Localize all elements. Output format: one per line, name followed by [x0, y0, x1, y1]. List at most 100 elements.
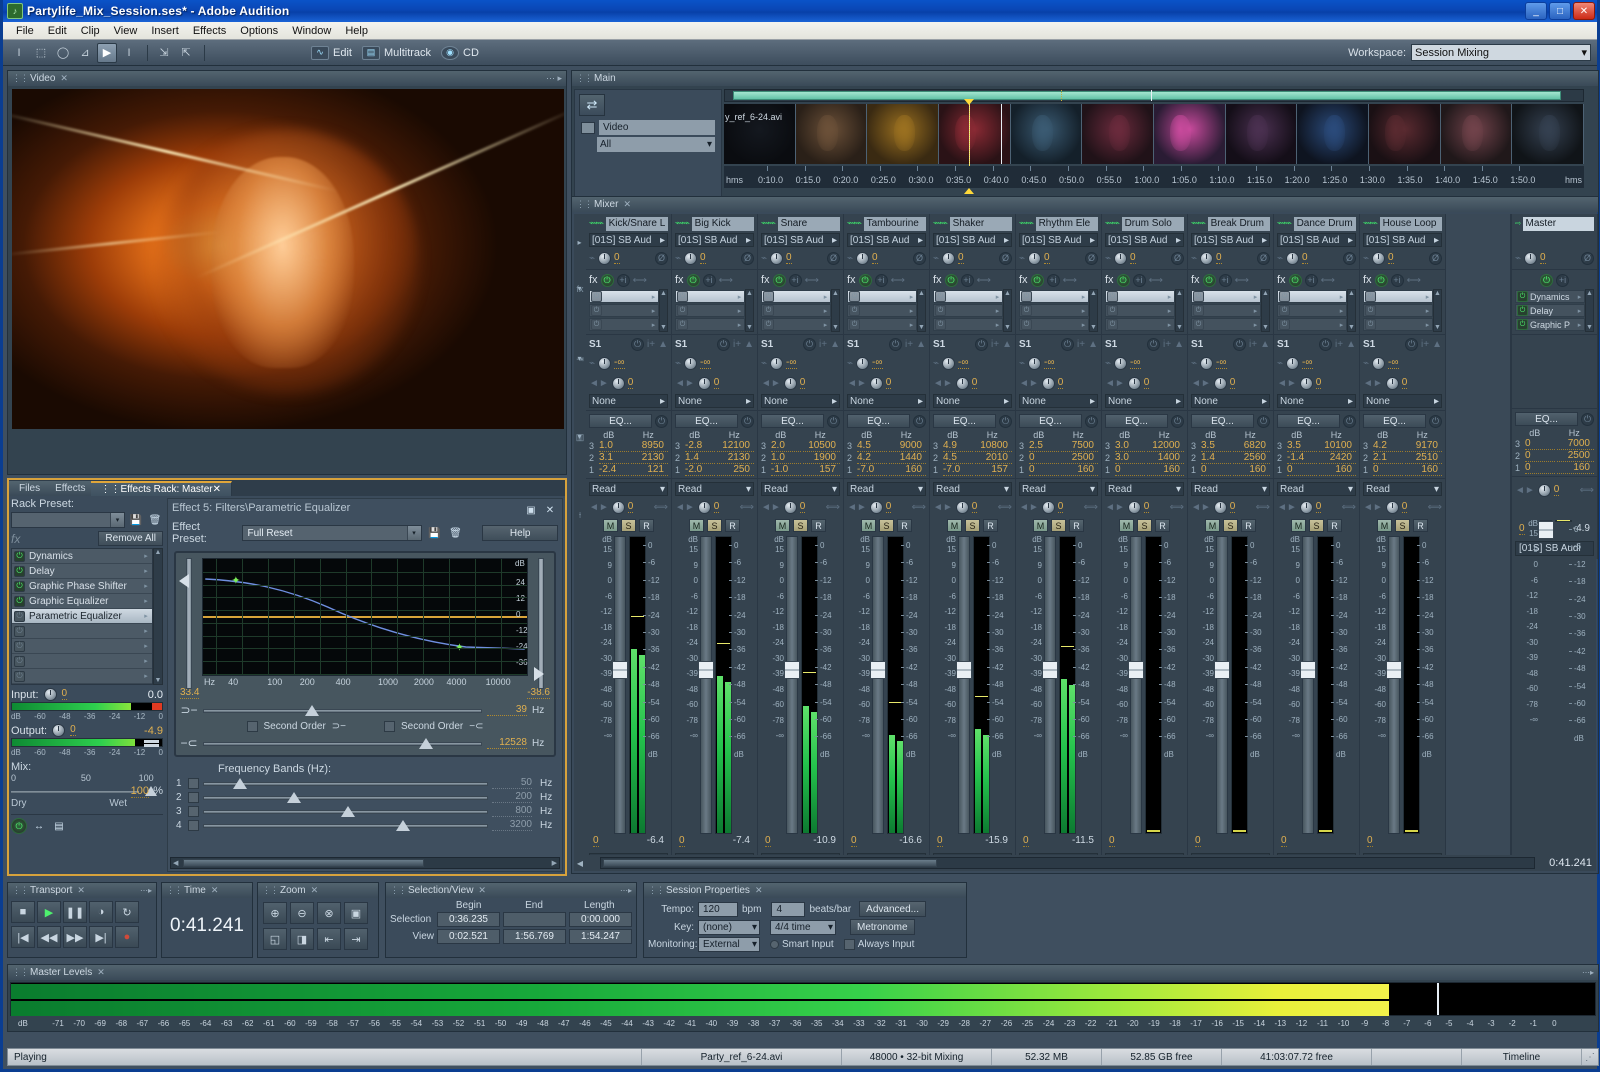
- fader-handle[interactable]: [1128, 661, 1144, 679]
- fader-handle[interactable]: [1042, 661, 1058, 679]
- fx-slot-power-icon[interactable]: ⏻: [935, 291, 946, 302]
- fx-slot-power-icon[interactable]: ⏻: [1107, 291, 1118, 302]
- eq-band-hz[interactable]: 7000: [1557, 438, 1594, 450]
- menu-options[interactable]: Options: [233, 24, 285, 38]
- fx-slot-power-on-icon[interactable]: ⏻: [1517, 305, 1528, 316]
- fx-power-button[interactable]: ⏻: [1031, 274, 1044, 287]
- chevron-right-icon[interactable]: ▸: [140, 627, 152, 635]
- cd-view-button[interactable]: ◉ CD: [441, 46, 479, 60]
- eq-button[interactable]: EQ...: [1191, 414, 1254, 428]
- eq-power-button[interactable]: ⏻: [655, 415, 668, 428]
- send-pan-knob[interactable]: [870, 377, 883, 390]
- fx-slot-scrollbar[interactable]: ▲▼: [1347, 289, 1356, 332]
- chevron-right-icon[interactable]: ▸: [1079, 293, 1088, 301]
- send-scroll-icon[interactable]: ▲: [1002, 339, 1012, 350]
- video-frame[interactable]: [1226, 104, 1298, 164]
- solo-button[interactable]: S: [1137, 519, 1152, 532]
- send-destination-select[interactable]: None▸: [589, 394, 668, 408]
- send-destination-select[interactable]: None▸: [675, 394, 754, 408]
- eq-band-db[interactable]: 4.2: [1373, 440, 1403, 452]
- fx-power-button[interactable]: ⏻: [601, 274, 614, 287]
- fx-insert-button[interactable]: +i: [703, 274, 716, 287]
- mute-button[interactable]: M: [1205, 519, 1220, 532]
- eq-band-hz[interactable]: 2500: [1557, 450, 1594, 462]
- mix-slider[interactable]: 100 %: [11, 787, 163, 795]
- send-prefader-icon[interactable]: i+: [1077, 339, 1085, 350]
- pan-knob[interactable]: [1372, 252, 1385, 265]
- send-power-button[interactable]: ⏻: [803, 338, 816, 351]
- close-icon[interactable]: ✕: [311, 885, 319, 896]
- fx-slot[interactable]: ⏻▸: [675, 290, 745, 303]
- chevron-right-icon[interactable]: ▸: [1165, 307, 1174, 315]
- metronome-button[interactable]: Metronome: [850, 919, 915, 935]
- record-arm-button[interactable]: R: [983, 519, 998, 532]
- fx-slot[interactable]: ⏻▸: [761, 304, 831, 317]
- effect-preset-select[interactable]: Full Reset ▾: [242, 525, 421, 541]
- fx-prefader-icon[interactable]: ⟷: [805, 275, 819, 286]
- send-level-knob[interactable]: [1372, 357, 1385, 370]
- eq-band-hz[interactable]: 1900: [803, 452, 840, 464]
- eq-band-hz[interactable]: 2420: [1319, 452, 1356, 464]
- fx-slot-list[interactable]: ⏻▸⏻▸⏻▸: [1019, 290, 1089, 332]
- pan-link-icon[interactable]: ⟺: [1084, 502, 1098, 513]
- record-button[interactable]: ●: [115, 926, 139, 948]
- send-destination-select[interactable]: None▸: [1105, 394, 1184, 408]
- close-icon[interactable]: ✕: [60, 73, 68, 84]
- fader-track[interactable]: [786, 536, 798, 834]
- minimize-button[interactable]: _: [1525, 2, 1547, 20]
- rack-slot-power-icon[interactable]: ⏻: [14, 551, 25, 562]
- fx-slot-scrollbar[interactable]: ▲▼: [917, 289, 926, 332]
- send-pan-knob[interactable]: [1386, 377, 1399, 390]
- band-slider-handle[interactable]: [233, 778, 247, 789]
- eq-band-hz[interactable]: 160: [1233, 464, 1270, 476]
- fx-slot-power-icon[interactable]: ⏻: [1365, 319, 1376, 330]
- send-scroll-icon[interactable]: ▲: [1174, 339, 1184, 350]
- send-level-knob[interactable]: [770, 357, 783, 370]
- send-level-knob[interactable]: [1286, 357, 1299, 370]
- output-select[interactable]: [01S] SB Audi: [1515, 541, 1594, 556]
- fx-slot-power-icon[interactable]: ⏻: [591, 305, 602, 316]
- solo-button[interactable]: S: [1395, 519, 1410, 532]
- mixer-strips[interactable]: ⌁⌁⌁Kick/Snare L[01S] SB Aud▸⌁0Øfx⏻+i⟷⏻▸⏻…: [586, 214, 1510, 871]
- solo-button[interactable]: S: [621, 519, 636, 532]
- channel-strip[interactable]: ⌁⌁⌁Drum Solo[01S] SB Aud▸⌁0Øfx⏻+i⟷⏻▸⏻▸⏻▸…: [1102, 214, 1188, 871]
- fx-prefader-icon[interactable]: ⟷: [1407, 275, 1421, 286]
- eq-band-hz[interactable]: 2500: [1061, 452, 1098, 464]
- solo-button[interactable]: S: [879, 519, 894, 532]
- channel-strip[interactable]: ⌁⌁⌁House Loop[01S] SB Aud▸⌁0Øfx⏻+i⟷⏻▸⏻▸⏻…: [1360, 214, 1446, 871]
- play-from-cursor-button[interactable]: ◑: [89, 901, 113, 923]
- selection-end-field[interactable]: [503, 912, 566, 927]
- scroll-up-icon[interactable]: ▲: [1348, 290, 1355, 297]
- zoom-to-sel-in-icon[interactable]: ⇤: [317, 928, 341, 950]
- send-scroll-icon[interactable]: ▲: [1432, 339, 1442, 350]
- video-frame[interactable]: [1441, 104, 1513, 164]
- track-name[interactable]: Master: [1523, 217, 1594, 231]
- scroll-up-icon[interactable]: ▲: [1262, 290, 1269, 297]
- session-properties-panel-tab[interactable]: ⋮⋮ Session Properties ✕: [644, 883, 966, 898]
- scroll-up-icon[interactable]: ▲: [660, 290, 667, 297]
- send-power-button[interactable]: ⏻: [1061, 338, 1074, 351]
- scrub-tool-icon[interactable]: ⇲: [154, 43, 174, 63]
- beats-per-bar-field[interactable]: 4: [771, 902, 805, 917]
- eq-band-db[interactable]: 4.5: [943, 452, 973, 464]
- delete-preset-icon[interactable]: 🗑: [147, 512, 163, 528]
- mixer-panel-tab[interactable]: ⋮⋮ Mixer ✕: [572, 197, 1598, 212]
- fader-track[interactable]: [872, 536, 884, 834]
- rack-slot-power-icon[interactable]: ⏻: [14, 641, 25, 652]
- eq-band-hz[interactable]: 2560: [1233, 452, 1270, 464]
- band-slider-handle[interactable]: [396, 820, 410, 831]
- fx-slot-power-icon[interactable]: ⏻: [1193, 305, 1204, 316]
- chevron-right-icon[interactable]: ▸: [1251, 321, 1260, 329]
- chevron-right-icon[interactable]: ▸: [1575, 307, 1584, 315]
- chevron-right-icon[interactable]: ▸: [140, 552, 152, 560]
- eq-button[interactable]: EQ...: [675, 414, 738, 428]
- fx-slot-power-on-icon[interactable]: ⏻: [1517, 291, 1528, 302]
- channel-strip[interactable]: ⌁⌁⌁Tambourine[01S] SB Aud▸⌁0Øfx⏻+i⟷⏻▸⏻▸⏻…: [844, 214, 930, 871]
- eq-band-db[interactable]: -2.4: [599, 464, 629, 476]
- rack-slot-scrollbar[interactable]: ▲▼: [153, 548, 163, 685]
- fx-insert-button[interactable]: +i: [1047, 274, 1060, 287]
- chevron-right-icon[interactable]: ▸: [821, 307, 830, 315]
- pan-knob[interactable]: [770, 252, 783, 265]
- track-name[interactable]: House Loop: [1380, 217, 1442, 231]
- fx-power-button[interactable]: ⏻: [945, 274, 958, 287]
